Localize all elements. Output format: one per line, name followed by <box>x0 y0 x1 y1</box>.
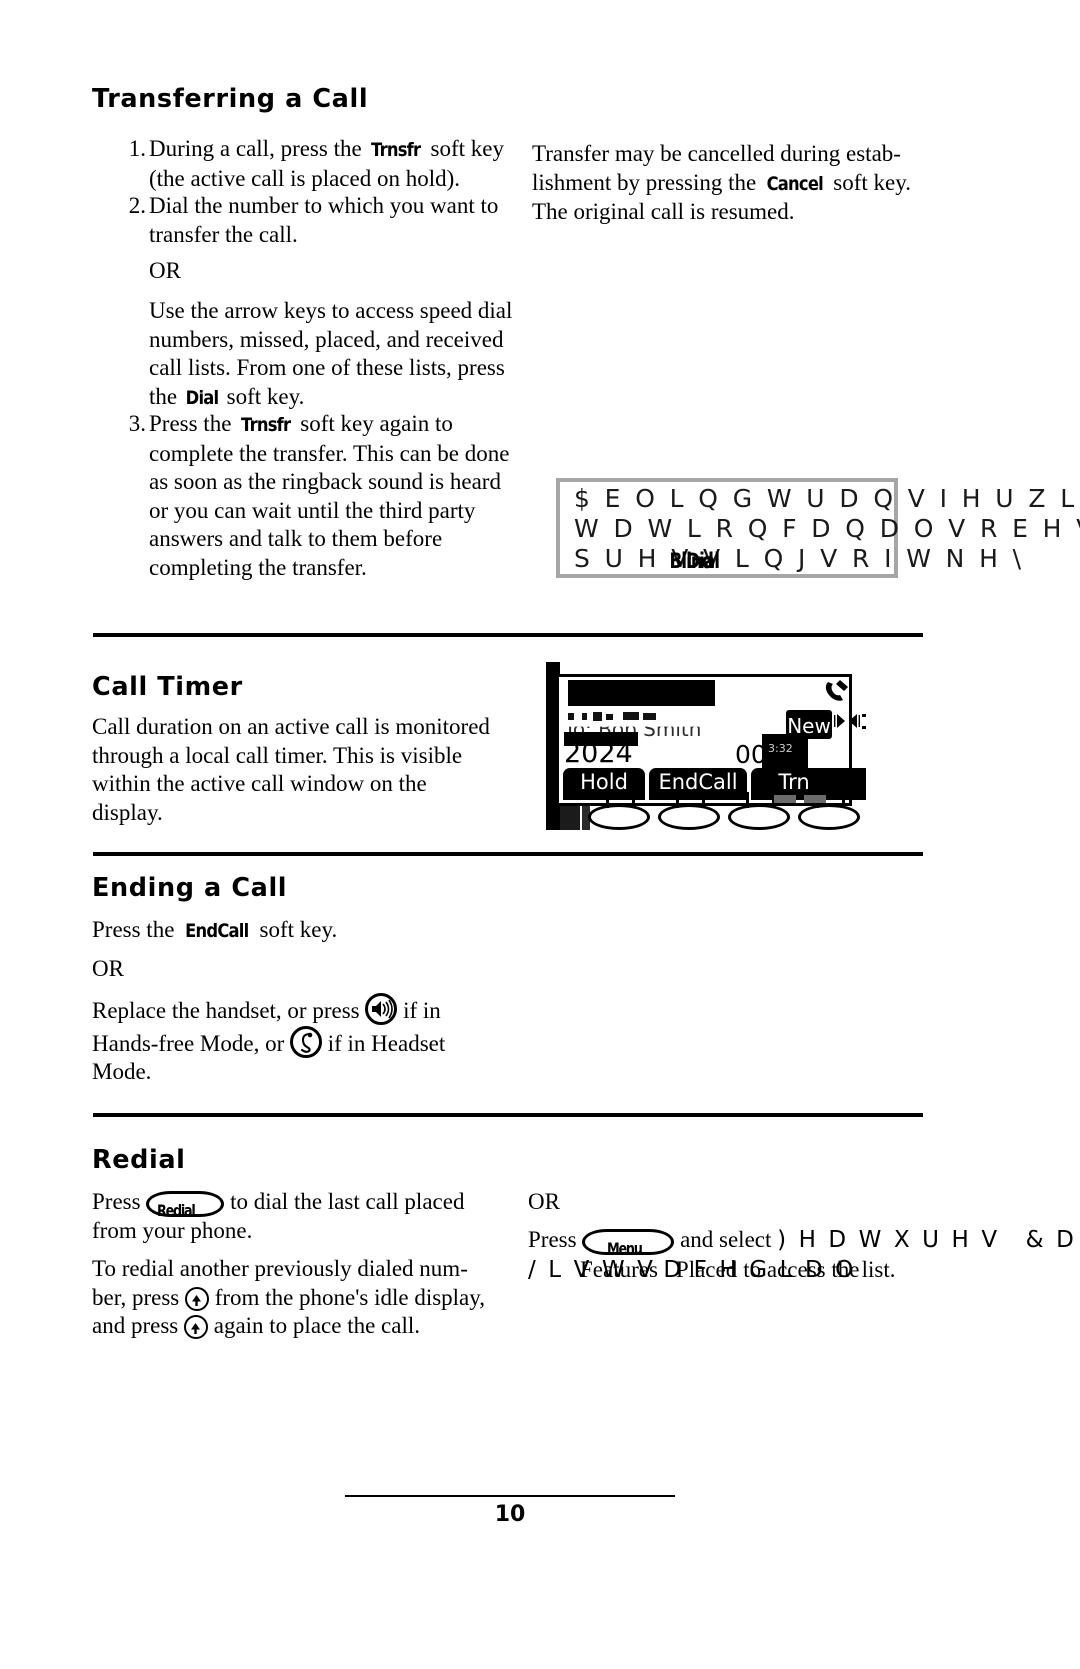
right-note-line-1: Transfer may be cancelled during estab- <box>532 141 901 166</box>
redial-overlay-lists: Features <box>580 1257 658 1282</box>
redial-p2-line-2: ber, press from the phone's idle display… <box>92 1284 486 1311</box>
menu-hardkey-button[interactable]: Menu <box>582 1229 675 1258</box>
ending-line-1: Press the EndCall soft key. <box>92 916 337 946</box>
step-number: 2. <box>128 193 146 218</box>
note-overlay-dial: Dial <box>686 549 720 573</box>
section-divider-3 <box>93 1113 923 1117</box>
ending-paragraph: Replace the handset, or press if in Hand… <box>92 993 492 1087</box>
section-divider-1 <box>93 633 923 637</box>
redial-cipher-features: ) H D W X U H V <box>777 1227 1000 1253</box>
transfer-right-note: Transfer may be cancelled during estab- … <box>532 140 952 227</box>
transfer-step-3: 3. Press the Trnsfr soft key again to com… <box>92 410 517 582</box>
section-divider-2 <box>93 852 923 856</box>
phone-lcd-illustration: To: Bob Smith 2024 00:0 3:32 New <box>546 662 866 832</box>
phone-key[interactable] <box>588 804 650 830</box>
alt-text-post: soft key. <box>220 383 305 409</box>
softkey-dial-label: Dial <box>185 386 219 409</box>
redial-p2-line-1: To redial another previously dialed num- <box>92 1256 468 1281</box>
phone-key[interactable] <box>798 804 860 830</box>
footer-divider <box>345 1495 675 1497</box>
step-text-post: soft key again to complete the transfer.… <box>149 411 510 580</box>
step-text-pre: During a call, press the <box>149 136 368 161</box>
lcd-softkey-endcall[interactable]: EndCall <box>649 768 747 800</box>
redial-overlay-placed: Placed <box>675 1257 738 1282</box>
section-heading-transferring: Transferring a Call <box>92 84 369 114</box>
lcd-extension: 2024 <box>564 738 633 769</box>
transfer-step-1: 1. During a call, press the Trnsfr soft k… <box>92 135 517 193</box>
redial-p2-line-3: and press again to place the call. <box>92 1313 420 1339</box>
softkey-endcall-label: EndCall <box>185 920 249 942</box>
redial-hardkey-label: Redial <box>157 1201 196 1220</box>
page-number: 10 <box>494 1502 526 1527</box>
document-page: Transferring a Call 1. During a call, pre… <box>0 0 1080 1669</box>
speaker-icon <box>365 993 398 1025</box>
call-timer-paragraph: Call duration on an active call is monit… <box>92 714 490 825</box>
redial-or-label: OR <box>528 1189 560 1214</box>
softkey-trnsfr-label-2: Trnsfr <box>241 414 291 436</box>
phone-key[interactable] <box>658 804 720 830</box>
section-heading-redial: Redial <box>92 1145 186 1175</box>
note-cipher-line-2: W D W L R Q F D Q D O V R E H V <box>574 514 1080 543</box>
section-heading-call-timer: Call Timer <box>92 672 243 702</box>
redial-overlay-placed-line: Features Placed to access the <box>580 1256 859 1285</box>
redial-hardkey-button[interactable]: Redial <box>146 1191 225 1220</box>
note-cipher-line-3: S U H V V L Q J V R I W N H \ <box>574 544 1025 573</box>
transfer-or-label: OR <box>149 258 181 283</box>
headset-icon <box>289 1025 322 1058</box>
lcd-new-button[interactable]: New <box>786 710 832 739</box>
redial-paragraph-1: Press Redial to dial the last call place… <box>92 1189 465 1243</box>
note-cipher-line-1: $ E O L Q G W U D Q V I H U Z L W K <box>574 484 1080 513</box>
softkey-cancel-label: Cancel <box>766 172 824 195</box>
section-heading-ending: Ending a Call <box>92 873 288 903</box>
phone-key[interactable] <box>728 804 790 830</box>
up-arrow-icon <box>183 1315 208 1339</box>
redial-overlay-access: to access the <box>743 1257 860 1282</box>
redial-cipher-ca: & D <box>1025 1227 1077 1253</box>
transfer-step-2: 2. Dial the number to which you want to t… <box>92 192 517 249</box>
redial-paragraph-2: To redial another previously dialed num-… <box>92 1255 504 1341</box>
redial-right-line-1: Press Menu and select ) H D W X U H V & D <box>528 1226 1077 1258</box>
step-number: 1. <box>128 136 146 161</box>
lcd-status-bar <box>568 680 715 706</box>
step-text-pre: Press the <box>149 411 238 436</box>
right-note-line-3: The original call is resumed. <box>532 199 795 224</box>
lcd-timer-overlay: 3:32 <box>768 742 793 755</box>
step-text: Dial the number to which you want to tra… <box>149 193 499 247</box>
softkey-trnsfr-label: Trnsfr <box>371 139 421 161</box>
transfer-alt-paragraph: Use the arrow keys to access speed dial … <box>149 297 519 412</box>
right-note-line-2: lishment by pressing the Cancel soft key… <box>532 169 952 199</box>
step-number: 3. <box>128 411 146 436</box>
up-arrow-icon <box>184 1286 209 1311</box>
ending-or-label: OR <box>92 956 124 981</box>
